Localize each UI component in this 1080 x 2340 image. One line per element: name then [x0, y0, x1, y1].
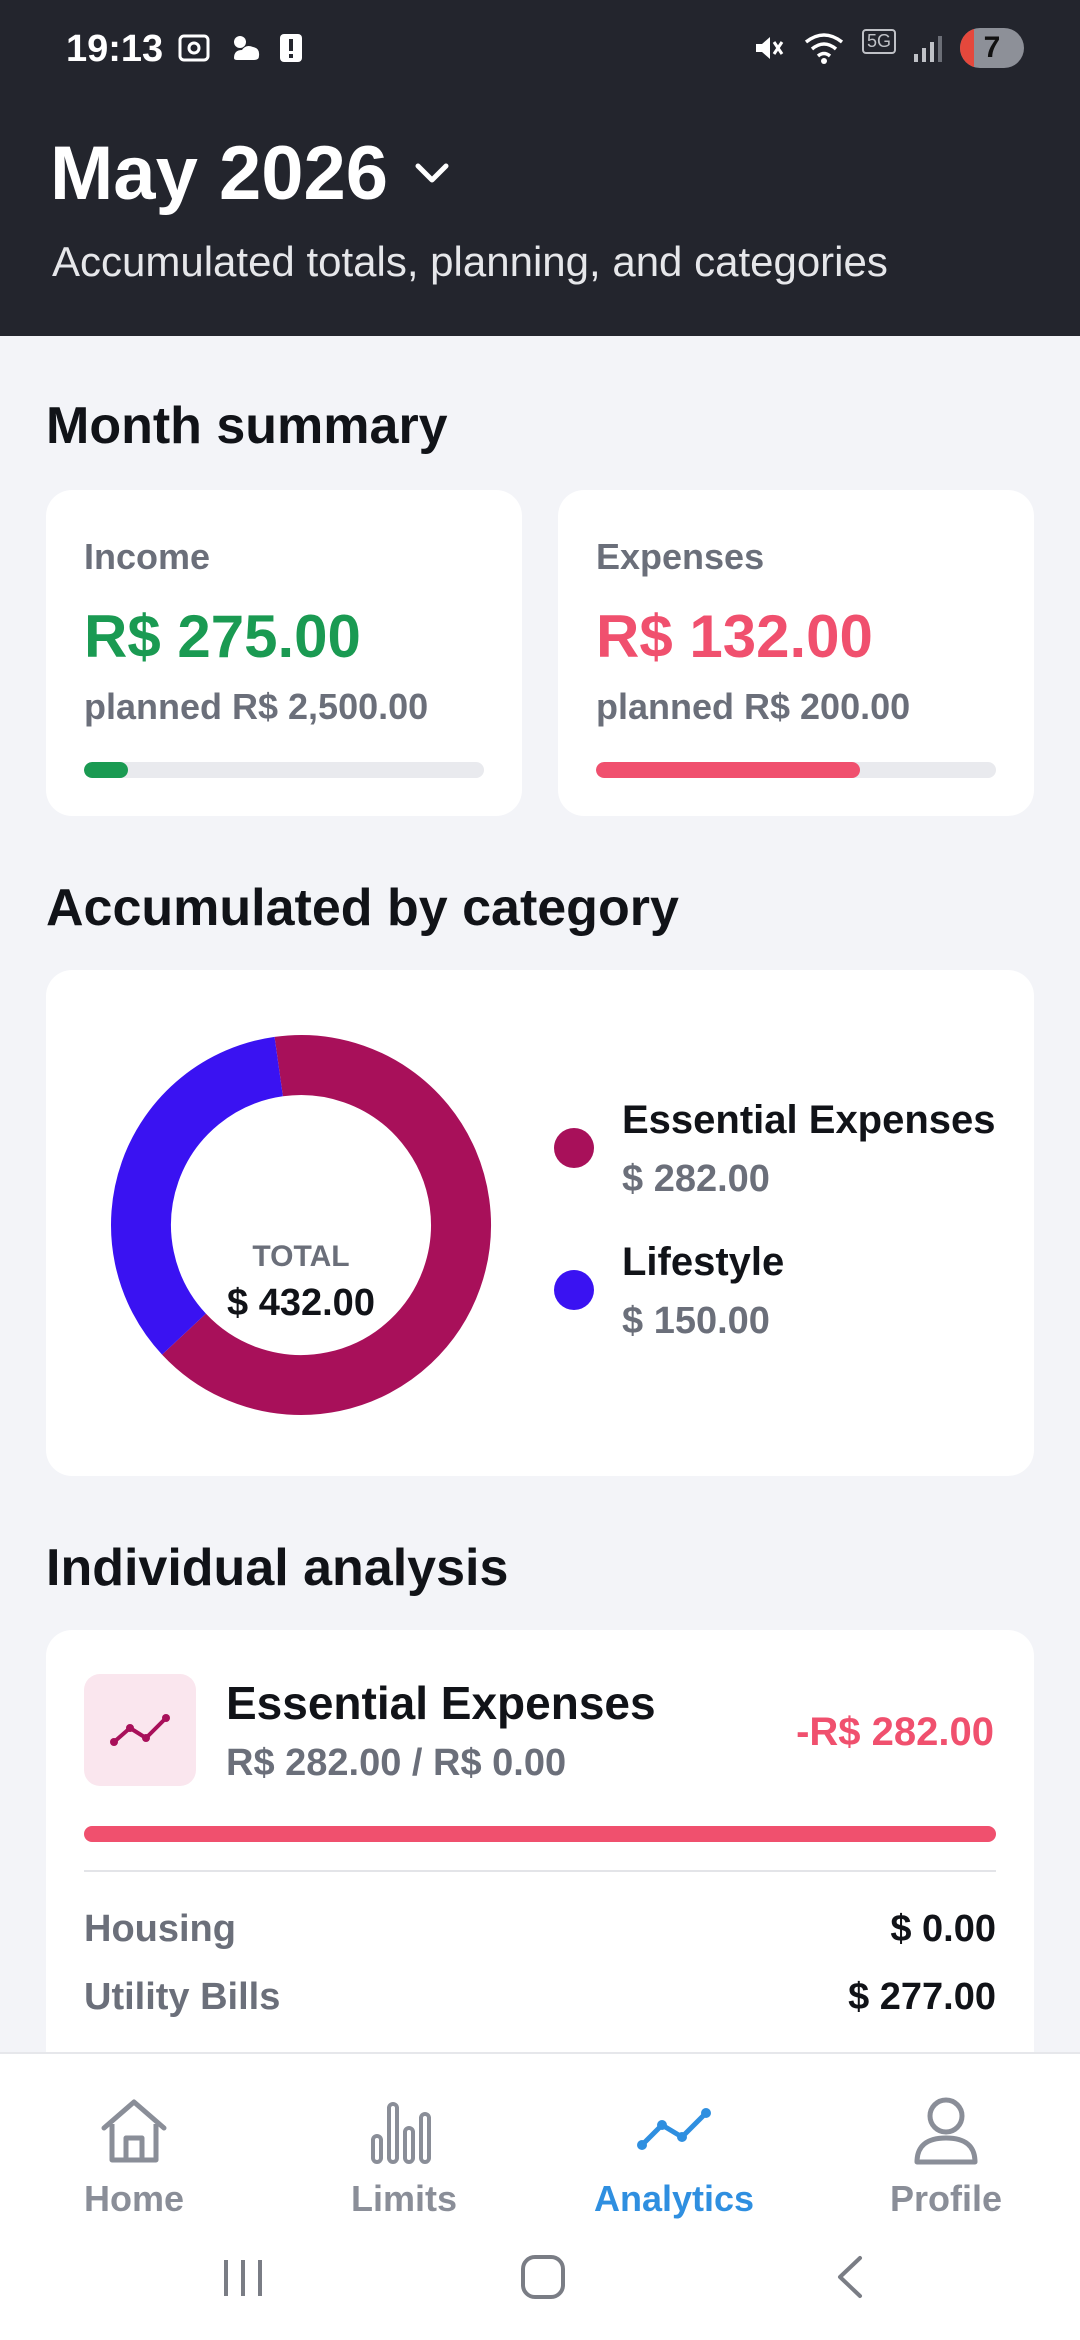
expenses-amount: R$ 132.00: [596, 603, 873, 670]
donut-total-value: $ 432.00: [227, 1282, 375, 1324]
status-icons-right: 5G 7: [750, 28, 1024, 68]
nav-item-home[interactable]: Home: [34, 2090, 234, 2220]
month-selector[interactable]: May 2026: [50, 130, 454, 217]
status-icons-left: [176, 30, 304, 66]
subcategory-row: Utility Bills $ 277.00: [84, 1976, 996, 2026]
nav-label: Limits: [350, 2178, 457, 2219]
analysis-category-name: Essential Expenses: [226, 1677, 656, 1729]
donut-total-label: TOTAL: [252, 1240, 350, 1273]
divider: [84, 1870, 996, 1872]
analysis-category-delta: -R$ 282.00: [796, 1710, 994, 1754]
analysis-progress-bar: [84, 1826, 996, 1842]
income-card[interactable]: Income R$ 275.00 planned R$ 2,500.00: [46, 490, 522, 816]
mute-icon: [755, 37, 784, 59]
weather-icon: [234, 36, 260, 60]
expenses-card[interactable]: Expenses R$ 132.00 planned R$ 200.00: [558, 490, 1034, 816]
home-icon: [34, 2090, 234, 2170]
analytics-icon: [574, 2090, 774, 2170]
expenses-planned: planned R$ 200.00: [596, 686, 911, 727]
legend-dot-icon: [554, 1270, 594, 1310]
status-bar: 19:13 5G 7: [0, 0, 1080, 100]
nav-label: Profile: [889, 2178, 1003, 2219]
subcategory-row: Housing $ 0.00: [84, 1908, 996, 1958]
donut-svg: [111, 1035, 491, 1415]
legend-dot-icon: [554, 1128, 594, 1168]
profile-icon: [846, 2090, 1046, 2170]
home-circle-icon[interactable]: [518, 2252, 568, 2302]
summary-title: Month summary: [46, 397, 448, 455]
back-icon[interactable]: [826, 2252, 876, 2302]
trend-line-icon: [84, 1674, 196, 1786]
nav-label: Home: [83, 2178, 185, 2219]
subcategory-name: Utility Bills: [84, 1976, 281, 2018]
nav-item-limits[interactable]: Limits: [304, 2090, 504, 2220]
income-progress-fill: [84, 762, 128, 778]
income-progress-track: [84, 762, 484, 778]
expenses-progress-track: [596, 762, 996, 778]
status-time: 19:13: [66, 28, 164, 70]
categories-title: Accumulated by category: [46, 879, 679, 937]
alert-icon: [280, 34, 302, 62]
wifi-icon: [804, 33, 844, 64]
battery-level: 7: [983, 31, 1001, 64]
expenses-label: Expenses: [596, 536, 765, 577]
network-type-badge: 5G: [861, 28, 896, 54]
bar-chart-icon: [304, 2090, 504, 2170]
subcategory-value: $ 0.00: [890, 1908, 996, 1950]
chevron-down-icon: [415, 163, 449, 182]
income-amount: R$ 275.00: [84, 603, 361, 670]
analysis-category-ratio: R$ 282.00 / R$ 0.00: [226, 1742, 567, 1784]
recents-icon[interactable]: [218, 2252, 268, 2302]
income-label: Income: [84, 536, 211, 577]
bottom-nav: Home Limits Analytics Profile: [0, 2052, 1080, 2340]
nav-label: Analytics: [593, 2178, 755, 2219]
nav-item-analytics[interactable]: Analytics: [574, 2090, 774, 2220]
donut-chart: TOTAL $ 432.00: [106, 1030, 496, 1420]
app-header: 19:13 5G 7 May 2026 Accumulated totals, …: [0, 0, 1080, 336]
battery-icon: 7: [960, 28, 1024, 68]
screenshot-icon: [178, 34, 210, 62]
signal-icon: [914, 36, 942, 62]
legend-name: Essential Expenses: [622, 1098, 996, 1142]
category-chart-card: TOTAL $ 432.00 Essential Expenses $ 282.…: [46, 970, 1034, 1476]
expenses-progress-fill: [596, 762, 860, 778]
system-nav-bar: [0, 2222, 1080, 2340]
individual-title: Individual analysis: [46, 1539, 509, 1597]
nav-item-profile[interactable]: Profile: [846, 2090, 1046, 2220]
header-subtitle: Accumulated totals, planning, and catego…: [52, 238, 888, 285]
income-planned: planned R$ 2,500.00: [84, 686, 429, 727]
subcategory-value: $ 277.00: [848, 1976, 996, 2018]
month-title: May 2026: [50, 131, 389, 216]
subcategory-name: Housing: [84, 1908, 236, 1950]
legend-value: $ 282.00: [622, 1158, 770, 1200]
legend-name: Lifestyle: [622, 1240, 785, 1284]
legend-value: $ 150.00: [622, 1300, 770, 1342]
